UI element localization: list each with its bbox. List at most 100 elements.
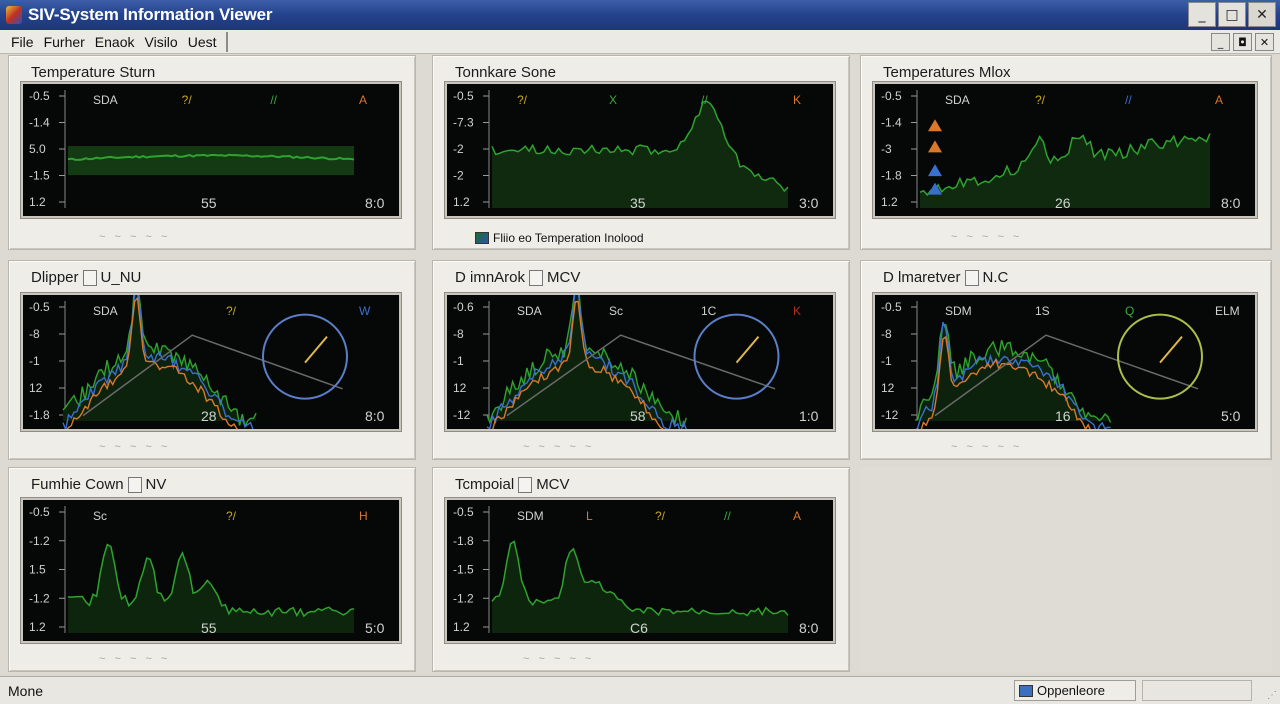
x-mid-label: 26 (1055, 195, 1071, 211)
plot-annotation: 1S (1035, 304, 1050, 318)
chart-panel[interactable]: Tonnkare Sone -0.5 -7.3 -2 -2 1.2 ?/ X // K 35 3:0 F… (432, 55, 850, 250)
chart-panel[interactable]: D lmaretver N.C -0.5 -8 -1 12 -12 SDM 1S Q ELM 16 5:… (860, 260, 1272, 460)
mdi-minimize-button[interactable]: _ (1211, 33, 1230, 51)
y-tick-label: -1.4 (881, 116, 902, 130)
y-tick-label: -0.5 (453, 89, 474, 103)
status-bar: Mone Oppenleore ⋰ (0, 676, 1280, 704)
mdi-close-button[interactable]: ✕ (1255, 33, 1274, 51)
chart-panel[interactable]: Dlipper U_NU -0.5 -8 -1 12 -1.8 SDA ?/ W 28 8:0 ~ ~ … (8, 260, 416, 460)
panel-checkbox[interactable] (518, 476, 533, 493)
panel-checkbox[interactable] (529, 269, 544, 286)
plot-annotation: // (270, 93, 277, 107)
panel-checkbox[interactable] (127, 476, 142, 493)
plot-annotation: SDA (93, 93, 118, 107)
plot-annotation: ?/ (226, 304, 237, 318)
plot-annotation: Sc (93, 509, 107, 523)
plot-svg: -0.5 -7.3 -2 -2 1.2 ?/ X // K 35 3:0 (453, 89, 819, 211)
menu-file[interactable]: File (6, 34, 39, 50)
workspace: Temperature Sturn -0.5 -1.4 5.0 -1.5 1.2 SDA ?/… (0, 55, 1280, 675)
y-tick-label: -0.5 (453, 505, 474, 519)
menu-visilo[interactable]: Visilo (140, 34, 183, 50)
y-tick-label: -0.5 (29, 300, 50, 314)
plot-area[interactable]: -0.5 -8 -1 12 -1.8 SDA ?/ W 28 8:0 (21, 293, 401, 431)
plot-annotation: W (359, 304, 371, 318)
plot-svg: -0.5 -1.4 -3 -1.8 1.2 SDA ?/ // A 26 8:0 (881, 89, 1241, 211)
menu-furher[interactable]: Furher (39, 34, 90, 50)
chart-panel[interactable]: Temperatures Mlox -0.5 -1.4 -3 -1.8 1.2 SDA ?/ /… (860, 55, 1272, 250)
panel-title: D imnArok MCV (455, 269, 580, 286)
y-tick-label: 1.2 (453, 620, 470, 634)
mdi-restore-button[interactable]: ◘ (1233, 33, 1252, 51)
panel-title-text: Temperature Sturn (31, 64, 156, 81)
plot-svg: -0.5 -8 -1 12 -12 SDM 1S Q ELM 16 5:0 (881, 300, 1241, 429)
x-end-label: 3:0 (799, 195, 819, 211)
plot-area[interactable]: -0.5 -1.4 5.0 -1.5 1.2 SDA ?/ // A 55 8:0 (21, 82, 401, 218)
y-tick-label: -1.2 (29, 534, 50, 548)
plot-annotation: SDM (517, 509, 544, 523)
chart-panel[interactable]: Fumhie Cown NV -0.5 -1.2 1.5 -1.2 1.2 Sc ?/ H 55 5:… (8, 467, 416, 672)
plot-area[interactable]: -0.6 -8 -1 12 -12 SDA Sc 1C K 58 1:0 (445, 293, 835, 431)
y-tick-label: -0.5 (29, 505, 50, 519)
panel-checkbox[interactable] (964, 269, 979, 286)
menu-enaok[interactable]: Enaok (90, 34, 140, 50)
plot-area[interactable]: -0.5 -8 -1 12 -12 SDM 1S Q ELM 16 5:0 (873, 293, 1257, 431)
plot-area[interactable]: -0.5 -1.2 1.5 -1.2 1.2 Sc ?/ H 55 5:0 (21, 498, 401, 643)
plot-area[interactable]: -0.5 -1.8 -1.5 -1.2 1.2 SDM L ?/ // A C6 8:0 (445, 498, 835, 643)
chart-panel[interactable]: D imnArok MCV -0.6 -8 -1 12 -12 SDA Sc 1C K 58 1:0 ~ … (432, 260, 850, 460)
plot-annotation: SDA (93, 304, 118, 318)
warning-triangle-icon (928, 119, 942, 132)
y-tick-label: -8 (29, 327, 40, 341)
panel-title-text: D lmaretver (883, 269, 961, 286)
plot-svg: -0.5 -1.8 -1.5 -1.2 1.2 SDM L ?/ // A C6 8:0 (453, 505, 819, 636)
plot-annotation: A (359, 93, 367, 107)
maximize-button[interactable]: □ (1218, 2, 1246, 27)
plot-annotation: K (793, 304, 801, 318)
status-pane[interactable]: Oppenleore (1014, 680, 1136, 701)
y-tick-label: -1.4 (29, 116, 50, 130)
x-end-label: 8:0 (365, 195, 385, 211)
y-tick-label: -1.8 (29, 408, 50, 422)
plot-annotation: L (586, 509, 593, 523)
y-tick-label: -1.8 (453, 534, 474, 548)
panel-title: Dlipper U_NU (31, 269, 141, 286)
panel-footer: ~ ~ ~ ~ ~ (951, 231, 1023, 243)
y-tick-label: -12 (881, 408, 899, 422)
panel-title-text: Temperatures Mlox (883, 64, 1011, 81)
plot-area[interactable]: -0.5 -7.3 -2 -2 1.2 ?/ X // K 35 3:0 (445, 82, 835, 218)
panel-checkbox[interactable] (82, 269, 97, 286)
panel-title: D lmaretver N.C (883, 269, 1008, 286)
resize-grip-icon[interactable]: ⋰ (1267, 690, 1277, 701)
y-tick-label: -1.8 (881, 169, 902, 183)
x-mid-label: 58 (630, 408, 646, 424)
panel-title-tag: MCV (536, 476, 570, 493)
plot-annotation: ?/ (655, 509, 666, 523)
panel-title: Tcmpoial MCV (455, 476, 570, 493)
panel-footer: ~ ~ ~ ~ ~ (951, 441, 1023, 453)
chart-legend[interactable]: Fliio eo Temperation Inolood (475, 231, 644, 245)
image-icon (475, 232, 489, 244)
plot-annotation: K (793, 93, 801, 107)
panel-title: Tonnkare Sone (455, 64, 556, 81)
plot-annotation: 1C (701, 304, 717, 318)
close-button[interactable]: ✕ (1248, 2, 1276, 27)
y-tick-label: 1.5 (29, 563, 46, 577)
plot-area[interactable]: -0.5 -1.4 -3 -1.8 1.2 SDA ?/ // A 26 8:0 (873, 82, 1257, 218)
menu-bar: File Furher Enaok Visilo Uest _ ◘ ✕ (0, 30, 1280, 54)
panel-title-text: D imnArok (455, 269, 526, 286)
gauge-dial (262, 313, 348, 400)
title-bar[interactable]: SIV-System Information Viewer _ □ ✕ (0, 0, 1280, 30)
minimize-button[interactable]: _ (1188, 2, 1216, 27)
plot-svg: -0.5 -1.4 5.0 -1.5 1.2 SDA ?/ // A 55 8:0 (29, 89, 385, 211)
y-tick-label: 12 (453, 381, 467, 395)
panel-footer: ~ ~ ~ ~ ~ (99, 231, 171, 243)
y-tick-label: -1 (453, 354, 464, 368)
chart-panel[interactable]: Tcmpoial MCV -0.5 -1.8 -1.5 -1.2 1.2 SDM L ?/ // A C… (432, 467, 850, 672)
y-tick-label: 1.2 (29, 620, 46, 634)
x-end-label: 5:0 (1221, 408, 1241, 424)
x-mid-label: 55 (201, 620, 217, 636)
y-tick-label: -0.5 (881, 89, 902, 103)
plot-annotation: A (1215, 93, 1223, 107)
chart-panel[interactable]: Temperature Sturn -0.5 -1.4 5.0 -1.5 1.2 SDA ?/… (8, 55, 416, 250)
menu-uest[interactable]: Uest (183, 34, 222, 50)
y-tick-label: -1.2 (29, 591, 50, 605)
